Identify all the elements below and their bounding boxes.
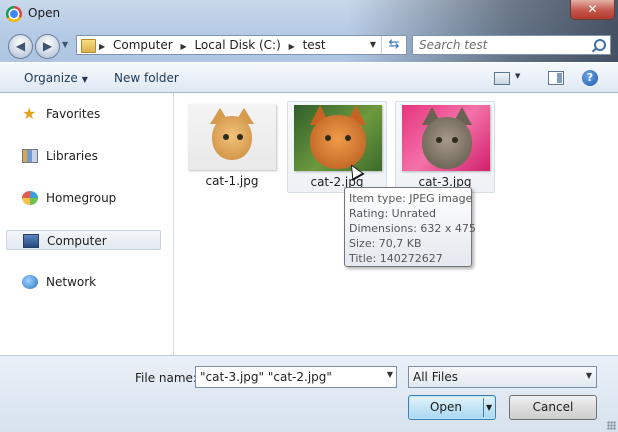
search-box[interactable]: Search test <box>412 35 611 55</box>
open-dialog: Open ✕ ◀ ▶ ▼ ▶ Computer ▶ Local Disk (C:… <box>0 0 618 432</box>
cat-3-thumbnail <box>402 105 490 171</box>
sidebar-item-label: Libraries <box>46 149 98 163</box>
breadcrumb-test[interactable]: test <box>303 38 326 52</box>
sidebar-item-favorites[interactable]: ★ Favorites <box>6 104 161 124</box>
open-options-dropdown-icon[interactable]: ▼ <box>486 396 492 419</box>
cat-1-thumbnail <box>188 104 276 170</box>
recent-locations-dropdown-icon[interactable]: ▼ <box>62 40 68 49</box>
address-dropdown-icon[interactable]: ▼ <box>366 36 380 54</box>
star-icon: ★ <box>22 104 37 123</box>
computer-icon <box>23 234 39 248</box>
file-tile-cat-2[interactable]: cat-2.jpg <box>287 101 387 193</box>
breadcrumb-separator-icon[interactable]: ▶ <box>289 42 295 51</box>
chevron-down-icon: ▼ <box>585 371 592 380</box>
organize-label: Organize <box>24 71 78 85</box>
sidebar-item-label: Favorites <box>46 107 101 121</box>
cat-eye <box>223 134 229 140</box>
close-button[interactable]: ✕ <box>570 0 615 20</box>
navigation-pane: ★ Favorites Libraries Homegroup Computer… <box>0 93 174 355</box>
open-button-label: Open <box>429 400 463 414</box>
file-name-label: File name: <box>135 371 197 385</box>
address-bar[interactable]: ▶ Computer ▶ Local Disk (C:) ▶ test ▼ ⇆ <box>76 35 407 55</box>
homegroup-icon <box>22 191 38 205</box>
cat-eye <box>237 134 243 140</box>
sidebar-item-label: Computer <box>47 234 107 248</box>
forward-button[interactable]: ▶ <box>35 34 60 59</box>
window-title: Open <box>28 6 61 20</box>
tooltip-size: Size: 70,7 KB <box>349 237 422 250</box>
resize-grip-icon[interactable] <box>607 421 616 430</box>
dialog-footer: File name: ▼ All Files ▼ Open ▼ Cancel <box>0 355 618 432</box>
folder-icon <box>81 39 96 53</box>
breadcrumb-separator-icon[interactable]: ▶ <box>180 42 186 51</box>
cat-face <box>212 116 252 160</box>
libraries-icon <box>22 149 38 163</box>
cat-eye <box>325 135 331 141</box>
sidebar-item-computer[interactable]: Computer <box>6 230 161 250</box>
file-name: cat-1.jpg <box>205 174 259 188</box>
file-type-select[interactable]: All Files ▼ <box>408 366 597 388</box>
breadcrumb: ▶ Computer ▶ Local Disk (C:) ▶ test <box>99 38 330 52</box>
file-name-input[interactable] <box>200 369 370 385</box>
cat-eye <box>345 135 351 141</box>
preview-pane-icon[interactable] <box>548 71 564 85</box>
file-name-combobox[interactable]: ▼ <box>195 366 397 388</box>
breadcrumb-separator-icon[interactable]: ▶ <box>99 42 105 51</box>
sidebar-item-libraries[interactable]: Libraries <box>6 146 161 166</box>
cancel-button[interactable]: Cancel <box>509 395 597 420</box>
tooltip-dimensions: Dimensions: 632 x 475 <box>349 222 476 235</box>
tooltip-rating: Rating: Unrated <box>349 207 437 220</box>
search-icon[interactable] <box>594 39 606 51</box>
cat-eye <box>436 137 442 143</box>
change-view-icon[interactable] <box>494 72 520 85</box>
file-info-tooltip: Item type: JPEG image Rating: Unrated Di… <box>344 187 476 267</box>
sidebar-item-network[interactable]: Network <box>6 272 161 292</box>
tooltip-title: Title: 140272627 <box>349 252 443 265</box>
chrome-app-icon <box>6 6 22 22</box>
file-tile-cat-1[interactable]: cat-1.jpg <box>182 101 282 193</box>
sidebar-item-label: Network <box>46 275 97 289</box>
breadcrumb-local-disk[interactable]: Local Disk (C:) <box>194 38 280 52</box>
file-name-dropdown-icon[interactable]: ▼ <box>387 370 393 379</box>
organize-button[interactable]: Organize ▼ <box>24 71 88 85</box>
breadcrumb-computer[interactable]: Computer <box>113 38 173 52</box>
help-icon[interactable]: ? <box>582 70 598 86</box>
cat-face <box>422 117 472 169</box>
open-button[interactable]: Open ▼ <box>408 395 496 420</box>
back-button[interactable]: ◀ <box>8 34 33 59</box>
network-icon <box>22 275 38 289</box>
sidebar-item-homegroup[interactable]: Homegroup <box>6 188 161 208</box>
title-bar[interactable]: Open ✕ <box>0 0 618 28</box>
file-type-value: All Files <box>413 370 459 384</box>
tooltip-item-type: Item type: JPEG image <box>349 192 473 205</box>
refresh-icon[interactable]: ⇆ <box>381 36 406 54</box>
chevron-down-icon: ▼ <box>81 75 88 84</box>
new-folder-button[interactable]: New folder <box>114 71 179 85</box>
search-input[interactable]: Search test <box>419 38 487 52</box>
sidebar-item-label: Homegroup <box>46 191 117 205</box>
cat-eye <box>452 137 458 143</box>
command-bar: Organize▼ New folder ? <box>0 62 618 93</box>
file-tile-cat-3[interactable]: cat-3.jpg <box>395 101 495 193</box>
cat-2-thumbnail <box>294 105 382 171</box>
split-divider <box>483 398 484 417</box>
